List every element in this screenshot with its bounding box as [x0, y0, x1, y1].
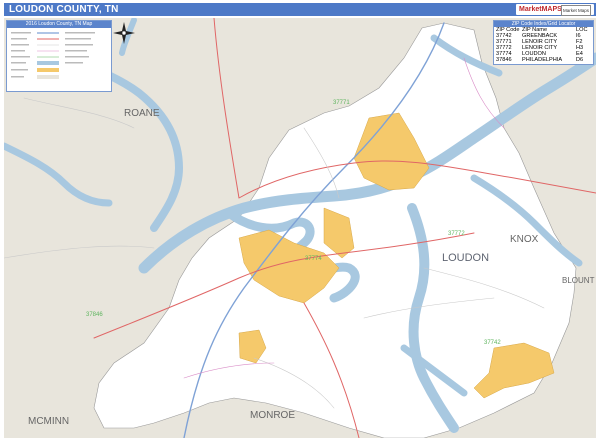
county-label-knox: KNOX: [510, 234, 539, 245]
title-bar: LOUDON COUNTY, TN MarketMAPS Market Maps: [4, 3, 596, 16]
county-label-loudon: LOUDON: [442, 252, 490, 264]
zip-label: 37846: [86, 312, 103, 318]
zip-name: PHILADELPHIA: [522, 57, 563, 63]
zip-label: 37771: [333, 100, 350, 106]
county-label-mcminn: MCMINN: [28, 416, 70, 427]
logo-text: MarketMAPS: [519, 6, 562, 13]
compass-rose-icon: [113, 22, 135, 44]
county-label-monroe: MONROE: [250, 410, 295, 421]
map-frame: LOUDON COUNTY, TN MarketMAPS Market Maps: [0, 0, 600, 442]
zip-label: 37774: [305, 256, 322, 262]
map-title: LOUDON COUNTY, TN: [9, 4, 119, 15]
map-legend: 2016 Loudon County, TN Map: [6, 20, 112, 92]
county-label-roane: ROANE: [124, 108, 160, 119]
zip-code: 37846: [496, 57, 512, 63]
county-label-blount: BLOUNT: [562, 276, 595, 285]
zip-row: 37846 PHILADELPHIA D6: [496, 57, 591, 63]
zip-code-index: ZIP Code Index/Grid Locator ZIP Code ZIP…: [493, 20, 594, 65]
logo-badge: Market Maps: [560, 5, 591, 16]
publisher-logo: MarketMAPS Market Maps: [516, 4, 594, 16]
zip-label: 37742: [484, 340, 501, 346]
zip-loc: D6: [576, 57, 584, 63]
legend-title: 2016 Loudon County, TN Map: [7, 21, 111, 28]
legend-symbols-icon: [11, 32, 95, 79]
zip-label: 37772: [448, 231, 465, 237]
